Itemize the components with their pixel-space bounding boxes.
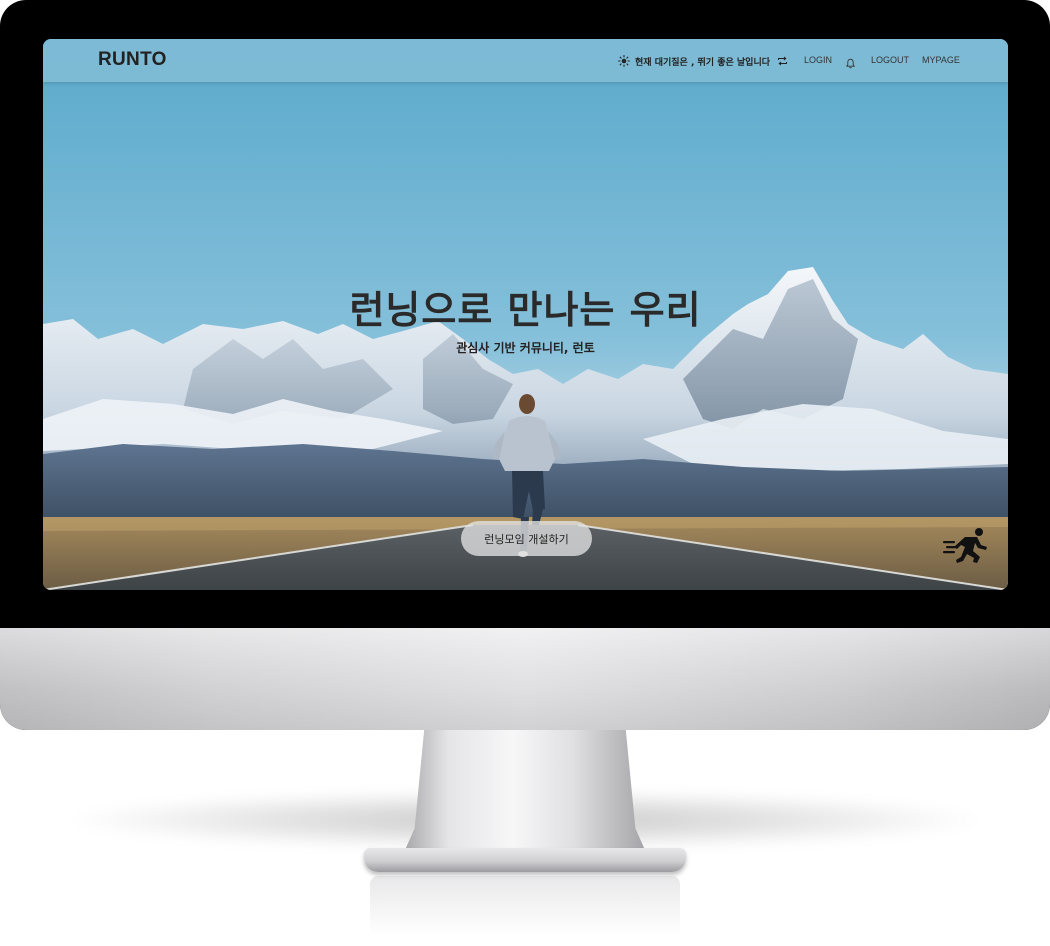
logout-link[interactable]: LOGOUT — [871, 55, 909, 65]
mypage-link[interactable]: MYPAGE — [922, 55, 960, 65]
sun-icon — [618, 55, 630, 67]
air-quality-status: 현재 대기질은 , 뛰기 좋은 날입니다 — [618, 53, 788, 69]
screen: RUNTO 현재 대기질은 , 뛰기 좋은 날입니다 LOGIN LOGOUT … — [43, 39, 1008, 590]
login-link[interactable]: LOGIN — [804, 55, 832, 65]
refresh-icon[interactable] — [777, 56, 788, 66]
runner-icon[interactable] — [943, 527, 991, 569]
hero-subtitle: 관심사 기반 커뮤니티, 런토 — [456, 341, 595, 355]
air-quality-text: 현재 대기질은 , 뛰기 좋은 날입니다 — [635, 57, 771, 68]
monitor-base — [364, 848, 686, 872]
bell-icon[interactable] — [845, 54, 856, 73]
top-navigation-bar: RUNTO 현재 대기질은 , 뛰기 좋은 날입니다 LOGIN LOGOUT … — [43, 39, 1008, 82]
create-running-group-button[interactable]: 런닝모임 개설하기 — [461, 521, 592, 556]
site-logo[interactable]: RUNTO — [98, 49, 167, 71]
hero-title: 런닝으로 만나는 우리 — [349, 288, 702, 332]
monitor-stand — [405, 730, 645, 850]
monitor-frame: RUNTO 현재 대기질은 , 뛰기 좋은 날입니다 LOGIN LOGOUT … — [0, 0, 1050, 730]
